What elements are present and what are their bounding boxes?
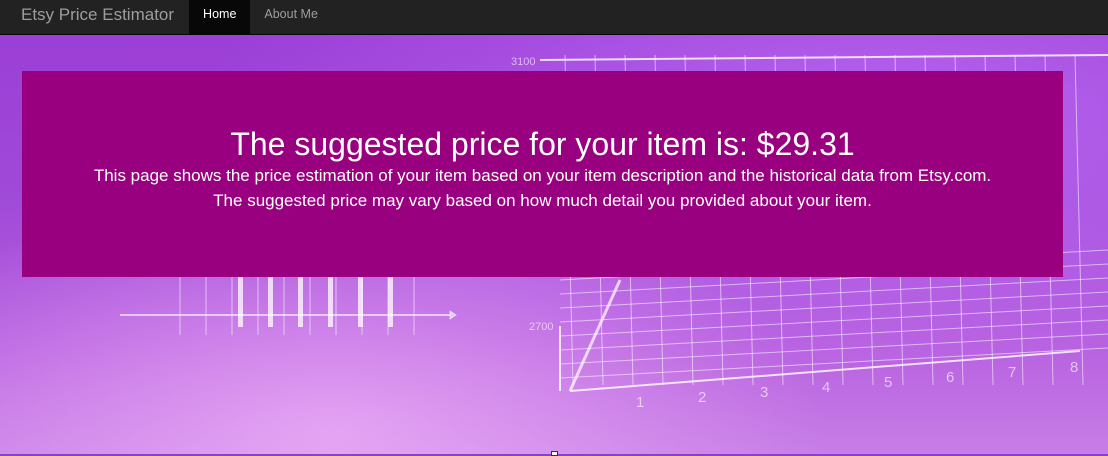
bg-x-tick-label: 6 (946, 369, 954, 386)
bg-bar (268, 277, 273, 327)
bg-label-y-top: 3100 (511, 56, 535, 68)
result-panel: The suggested price for your item is: $2… (22, 71, 1063, 277)
bg-x-tick-label: 3 (760, 384, 768, 401)
bg-bar (238, 277, 243, 327)
bg-bar (358, 277, 363, 327)
bg-grid-line (559, 277, 1108, 309)
bg-x-tick-label: 7 (1008, 364, 1016, 381)
bg-label-y-mid: 2700 (529, 321, 553, 333)
bg-grid-line (559, 319, 1108, 351)
brand-link[interactable]: Etsy Price Estimator (0, 0, 189, 34)
nav-about-me[interactable]: About Me (250, 0, 332, 34)
navbar: Etsy Price Estimator Home About Me (0, 0, 1108, 35)
bg-x-tick-label: 2 (698, 389, 706, 406)
bg-bar (328, 277, 333, 327)
bg-x-tick-label: 8 (1070, 359, 1078, 376)
description-line-1: This page shows the price estimation of … (93, 166, 992, 185)
bg-grid-line (559, 305, 1108, 337)
bg-x-tick-label: 4 (822, 379, 830, 396)
bg-x-tick-label: 5 (884, 374, 892, 391)
nav-home[interactable]: Home (189, 0, 251, 34)
description-line-2: The suggested price may vary based on ho… (213, 191, 872, 210)
bg-grid-line (559, 333, 1108, 365)
bg-bar (298, 277, 303, 327)
bg-x-tick-label: 1 (636, 394, 644, 411)
bg-grid-line (559, 291, 1108, 323)
suggested-price-heading: The suggested price for your item is: $2… (230, 126, 855, 162)
bg-bar (388, 277, 393, 327)
bg-grid-line (559, 347, 1108, 379)
